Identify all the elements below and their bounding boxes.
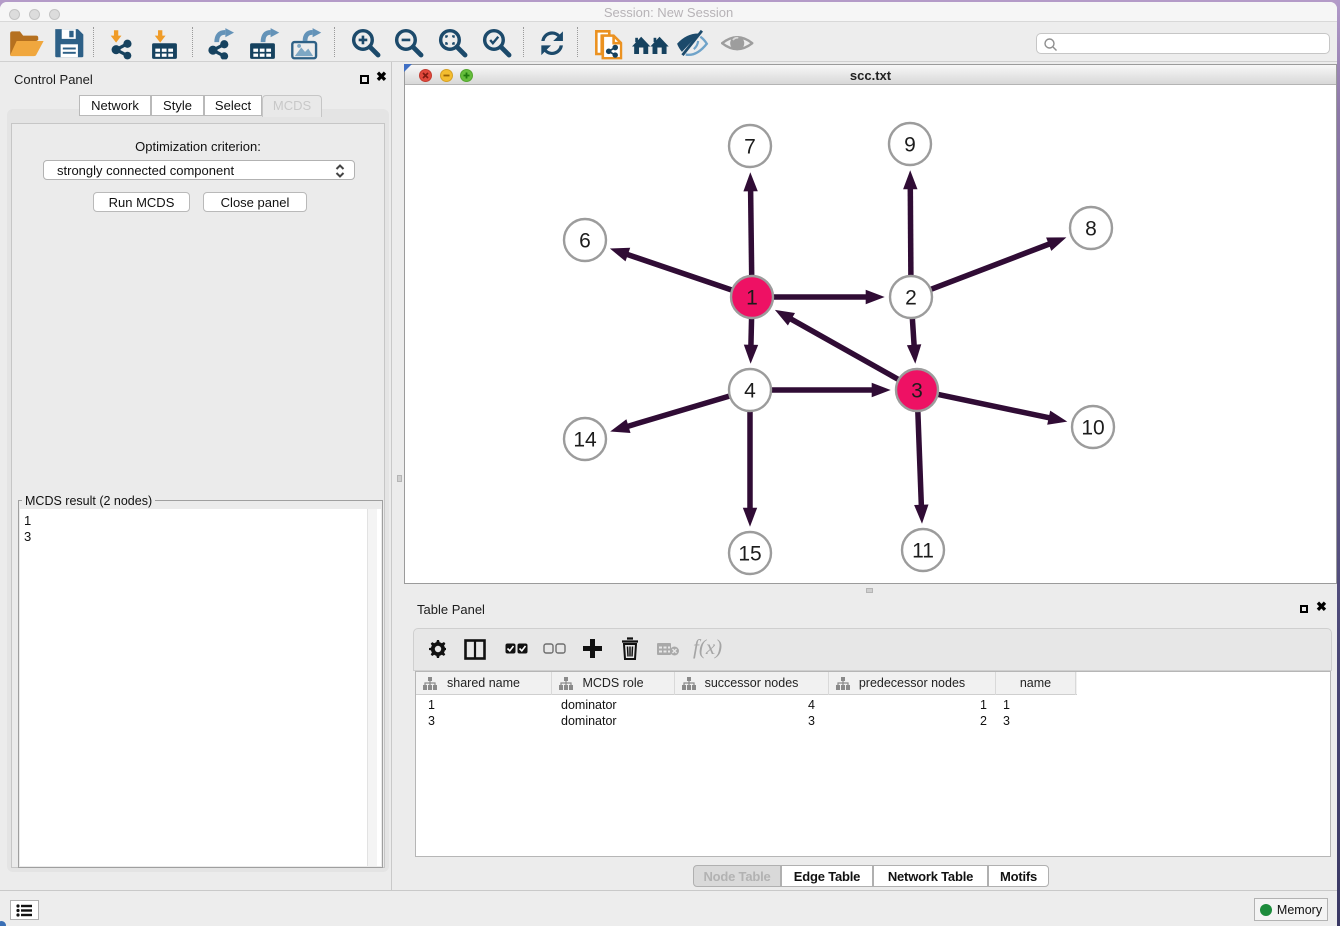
svg-text:14: 14 bbox=[573, 429, 597, 452]
svg-text:9: 9 bbox=[904, 134, 916, 157]
svg-text:15: 15 bbox=[738, 543, 761, 566]
svg-text:10: 10 bbox=[1081, 417, 1104, 440]
svg-text:6: 6 bbox=[579, 230, 591, 253]
svg-text:4: 4 bbox=[744, 380, 756, 403]
svg-text:3: 3 bbox=[911, 380, 923, 403]
svg-text:2: 2 bbox=[905, 287, 917, 310]
svg-text:1: 1 bbox=[746, 287, 758, 310]
svg-text:11: 11 bbox=[912, 540, 934, 563]
svg-text:7: 7 bbox=[744, 136, 756, 159]
svg-text:8: 8 bbox=[1085, 218, 1097, 241]
